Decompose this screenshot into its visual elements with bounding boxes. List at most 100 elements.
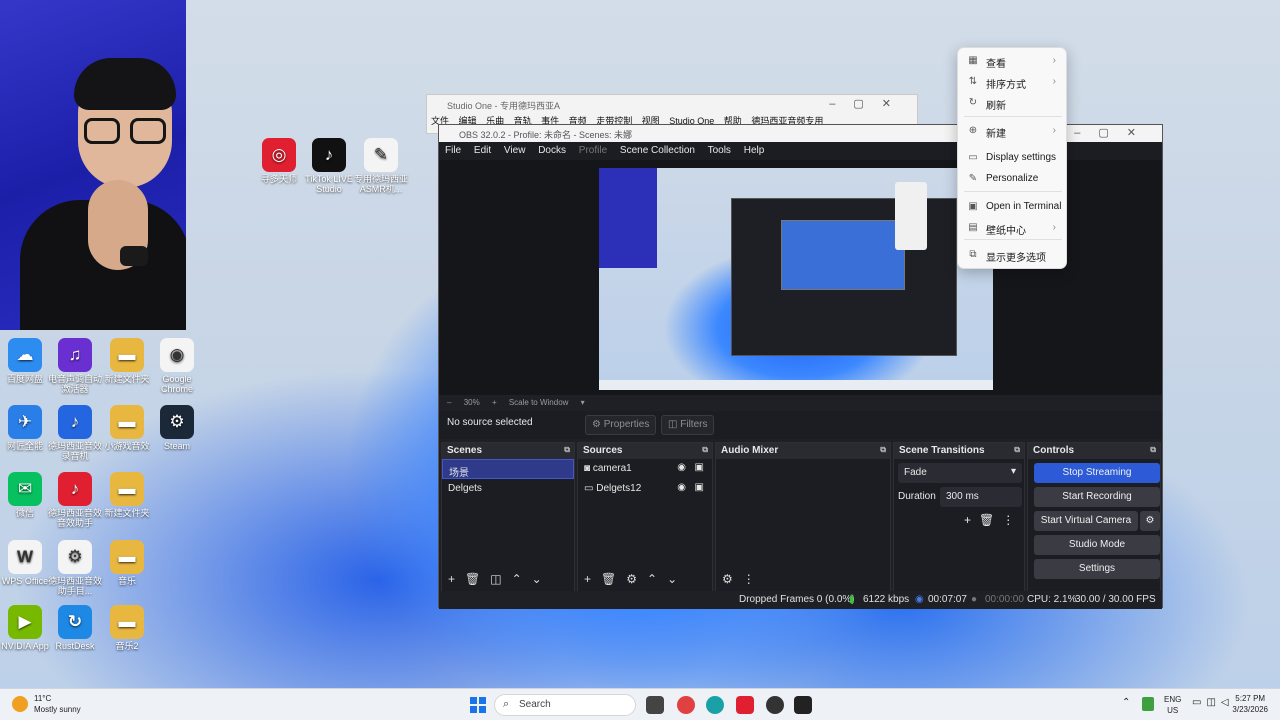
grid-icon: ▦ (968, 55, 978, 66)
menu-file[interactable]: File (445, 145, 461, 156)
filter-icon[interactable]: ◫ (490, 572, 501, 586)
wallpaper-icon: ▤ (968, 222, 978, 233)
desktop-icon[interactable]: ♪ 德玛西亚音效音效助手 (45, 472, 105, 528)
obs-icon[interactable] (766, 696, 784, 714)
desktop-icon[interactable]: ♪ TikTok LIVE Studio (299, 138, 359, 194)
studio-one-icon[interactable] (794, 696, 812, 714)
properties-button[interactable]: ⚙ Properties (585, 415, 657, 435)
stop-streaming-button[interactable]: Stop Streaming (1034, 463, 1160, 483)
no-source-label: No source selected (447, 417, 533, 428)
popout-icon[interactable]: ⧉ (702, 445, 708, 455)
window-controls[interactable]: –▢✕ (829, 97, 909, 110)
zoom-in-button[interactable]: + (492, 398, 497, 407)
clock-time: 5:27 PM (1235, 694, 1266, 703)
duration-stepper[interactable]: 300 ms (940, 487, 1022, 507)
eye-icon[interactable]: ◉ (677, 462, 686, 473)
desktop-icon[interactable]: ↻ RustDesk (45, 605, 105, 651)
filters-button[interactable]: ◫ Filters (661, 415, 715, 435)
app-icon[interactable] (736, 696, 754, 714)
source-item[interactable]: ◙ camera1 ◉ ▣ (578, 459, 712, 479)
tray-app-icon[interactable] (1142, 697, 1154, 711)
desktop-icon[interactable]: ▬ 音乐 (97, 540, 157, 586)
context-menu-label: Display settings (986, 152, 1057, 163)
menu-edit[interactable]: Edit (474, 145, 491, 156)
edge-icon[interactable] (706, 696, 724, 714)
desktop-icon[interactable]: ▬ 新建文件夹 (97, 472, 157, 518)
context-menu-item[interactable]: ▤ 壁纸中心 › (958, 218, 1066, 240)
add-icon[interactable]: + (448, 572, 455, 586)
scene-item[interactable]: 场景 (442, 459, 574, 479)
context-menu-item[interactable]: ↻ 刷新 (958, 93, 1066, 115)
popout-icon[interactable]: ⧉ (564, 445, 570, 455)
settings-button[interactable]: Settings (1034, 559, 1160, 579)
duration-value: 300 ms (946, 491, 979, 502)
context-menu-item[interactable]: ✎ Personalize (958, 169, 1066, 191)
desktop-icon[interactable]: ▬ 音乐2 (97, 605, 157, 651)
task-view-icon[interactable] (646, 696, 664, 714)
gear-icon[interactable]: ⚙ (722, 572, 733, 586)
desktop-icon[interactable]: ♪ 德玛西亚音效录音机 (45, 405, 105, 461)
language-indicator[interactable]: ENG US (1164, 694, 1181, 716)
lock-icon[interactable]: ▣ (695, 462, 704, 473)
scene-item[interactable]: Delgets (442, 479, 574, 499)
clock[interactable]: 5:27 PM 3/23/2026 (1232, 693, 1268, 715)
eye-icon[interactable]: ◉ (677, 482, 686, 493)
start-virtual-camera-button[interactable]: Start Virtual Camera (1034, 511, 1138, 531)
add-icon[interactable]: + (964, 513, 979, 527)
context-menu-item[interactable]: ▣ Open in Terminal (958, 197, 1066, 219)
desktop-icon[interactable]: ⚙ Steam (147, 405, 207, 451)
window-controls[interactable]: –▢✕ (1074, 126, 1154, 139)
desktop-icon[interactable]: ⚙ 德玛西亚音效助手目... (45, 540, 105, 596)
context-menu-item[interactable]: ⊕ 新建 › (958, 121, 1066, 143)
desktop-icon-label: Steam (163, 441, 190, 451)
context-menu-item[interactable]: ⧉ 显示更多选项 (958, 245, 1066, 267)
start-recording-button[interactable]: Start Recording (1034, 487, 1160, 507)
trash-icon[interactable]: 🗑 (465, 572, 480, 586)
context-menu-item[interactable]: ⇅ 排序方式 › (958, 72, 1066, 94)
popout-icon[interactable]: ⧉ (880, 445, 886, 455)
lock-icon[interactable]: ▣ (695, 482, 704, 493)
context-menu-item[interactable]: ▭ Display settings (958, 148, 1066, 170)
menu-separator (964, 116, 1062, 117)
chrome-icon[interactable] (677, 696, 695, 714)
menu-scene-collection[interactable]: Scene Collection (620, 145, 695, 156)
studio-mode-button[interactable]: Studio Mode (1034, 535, 1160, 555)
desktop-icon-label: 音乐2 (115, 641, 139, 651)
popout-icon[interactable]: ⧉ (1150, 445, 1156, 455)
gear-icon: ⚙ (592, 419, 604, 430)
source-toolbar: No source selected ⚙ Properties ◫ Filter… (439, 411, 1162, 439)
down-icon[interactable]: ⌄ (667, 572, 677, 586)
menu-help[interactable]: Help (744, 145, 765, 156)
desktop-icon[interactable]: ◉ Google Chrome (147, 338, 207, 394)
context-menu-item[interactable]: ▦ 查看 › (958, 51, 1066, 73)
menu-profile[interactable]: Profile (579, 145, 607, 156)
chevron-up-icon[interactable]: ⌃ (1122, 697, 1130, 708)
trash-icon[interactable]: 🗑 (601, 572, 616, 586)
start-button[interactable] (470, 697, 486, 713)
gear-icon[interactable]: ⚙ (626, 572, 637, 586)
gear-icon[interactable]: ⚙ (1140, 511, 1160, 531)
preview-canvas[interactable] (599, 168, 993, 390)
up-icon[interactable]: ⌃ (512, 572, 522, 586)
source-item[interactable]: ▭ Delgets12 ◉ ▣ (578, 479, 712, 499)
transition-select[interactable]: Fade ▾ (898, 463, 1022, 483)
more-icon[interactable]: ⋮ (743, 572, 755, 586)
popout-icon[interactable]: ⧉ (1014, 445, 1020, 455)
down-icon[interactable]: ⌄ (532, 572, 542, 586)
desktop-icon[interactable]: ♫ 电音声调自动激活器 (45, 338, 105, 394)
weather-widget[interactable]: 11°C Mostly sunny (12, 693, 81, 715)
desktop-icon[interactable]: ✎ 专用德玛西亚ASMR机... (351, 138, 411, 194)
more-icon[interactable]: ⋮ (1002, 513, 1022, 527)
add-icon[interactable]: + (584, 572, 591, 586)
trash-icon[interactable]: 🗑 (979, 513, 1002, 527)
up-icon[interactable]: ⌃ (647, 572, 657, 586)
chevron-down-icon[interactable]: ▾ (581, 398, 585, 407)
menu-docks[interactable]: Docks (538, 145, 566, 156)
menu-tools[interactable]: Tools (708, 145, 731, 156)
zoom-out-button[interactable]: – (447, 398, 451, 407)
tray-icons[interactable]: ▭◫◁ (1192, 697, 1234, 708)
menu-view[interactable]: View (504, 145, 526, 156)
desktop-icon-label: RustDesk (55, 641, 95, 651)
scale-mode[interactable]: Scale to Window (509, 398, 569, 407)
search-box[interactable]: ⌕ Search (494, 694, 636, 716)
